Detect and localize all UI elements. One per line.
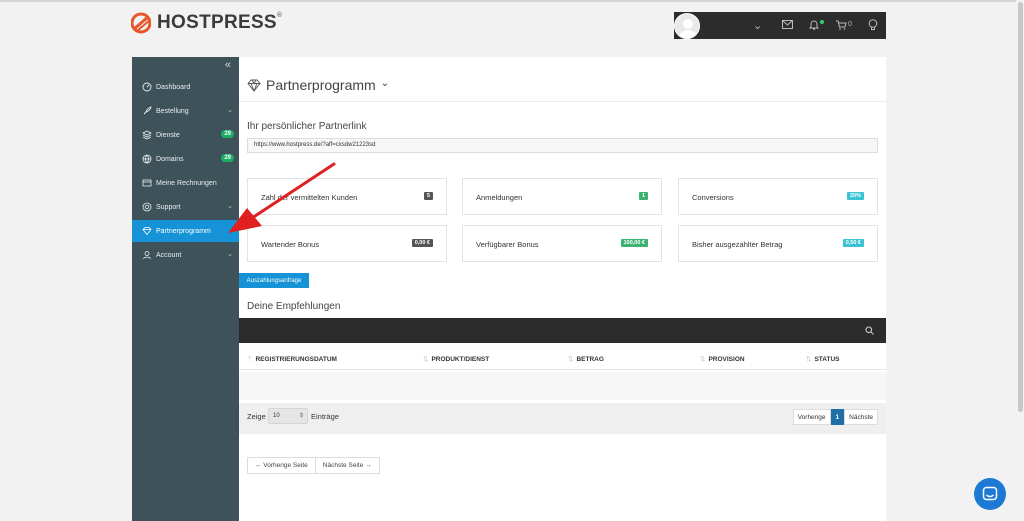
cart-icon[interactable] [836,20,847,30]
page-header[interactable]: Partnerprogramm ⌄ [247,77,389,93]
sidebar: « Dashboard Bestellung ⌄ Dienste 29 Doma… [132,57,239,521]
stat-value-badge: 0,00 € [411,239,433,247]
stat-card-verfuegbarer-bonus: Verfügbarer Bonus 100,00 € [462,225,662,262]
stat-card-conversions: Conversions 20% [678,178,878,215]
chevron-down-icon: ⌄ [227,251,233,258]
column-header-provision[interactable]: ⇅ PROVISION [700,355,745,363]
collapse-sidebar-button[interactable]: « [225,59,231,71]
sidebar-item-partnerprogramm[interactable]: Partnerprogramm [132,220,239,242]
pager-page-1[interactable]: 1 [830,409,845,425]
sidebar-item-dashboard[interactable]: Dashboard [132,76,239,98]
entries-label: Einträge [311,412,339,421]
stat-label: Zahl der vermittelten Kunden [261,193,358,202]
diamond-icon [142,227,152,236]
stat-value-badge: 1 [638,192,648,200]
user-icon [143,251,151,260]
window-top-edge [0,0,1024,2]
table-toolbar [239,318,886,343]
rocket-icon [143,106,152,115]
lifebuoy-icon [142,202,152,212]
sidebar-item-domains[interactable]: Domains 29 [132,148,239,170]
page-navigation: ← Vorherige Seite Nächste Seite → [247,457,380,474]
count-badge: 29 [221,154,234,162]
chat-widget-button[interactable] [974,478,1006,510]
sidebar-item-support[interactable]: Support ⌄ [132,196,239,218]
main-content: Partnerprogramm ⌄ Ihr persönlicher Partn… [239,57,886,521]
stat-label: Verfügbarer Bonus [476,240,539,249]
stat-card-wartender-bonus: Wartender Bonus 0,00 € [247,225,447,262]
select-arrow-icon: ⇕ [298,413,304,419]
search-icon[interactable] [865,326,874,335]
column-header-betrag[interactable]: ⇅ BETRAG [568,355,604,363]
user-toolbar: ⌄ 0 [674,12,886,39]
sidebar-item-label: Domains [156,155,184,163]
stat-card-anmeldungen: Anmeldungen 1 [462,178,662,215]
page-title: Partnerprogramm [266,77,376,93]
header-divider [239,101,886,102]
payout-request-button[interactable]: Auszahlungsanfrage [239,273,309,288]
table-empty-row [239,372,886,400]
dashboard-icon [142,82,152,92]
diamond-icon [247,79,261,92]
avatar[interactable] [674,12,700,39]
stat-card-vermittelte-kunden: Zahl der vermittelten Kunden 5 [247,178,447,215]
mail-icon[interactable] [782,20,793,29]
column-header-produkt-dienst[interactable]: ⇅ PRODUKT/DIENST [423,355,489,363]
stat-label: Anmeldungen [476,193,523,202]
invoice-icon [142,179,152,187]
stat-value-badge: 20% [846,192,864,200]
column-header-status[interactable]: ⇅ STATUS [806,355,840,363]
sidebar-item-label: Bestellung [156,107,189,115]
sidebar-item-label: Dashboard [156,83,191,91]
sidebar-item-label: Partnerprogramm [156,227,211,235]
show-label: Zeige [247,412,266,421]
notification-dot [820,20,824,24]
bell-icon[interactable] [809,19,819,30]
lightbulb-icon[interactable] [868,19,878,31]
sidebar-item-label: Dienste [156,131,180,139]
sidebar-item-account[interactable]: Account ⌄ [132,244,239,266]
sidebar-item-label: Support [156,203,181,211]
stat-value-badge: 100,00 € [620,239,648,247]
chevron-down-icon[interactable]: ⌄ [753,19,762,32]
referrals-heading: Deine Empfehlungen [247,301,341,312]
table-header: ⇡ REGISTRIERUNGSDATUM ⇅ PRODUKT/DIENST ⇅ BE… [239,348,886,370]
chevron-down-icon: ⌄ [227,203,233,210]
stat-value-badge: 5 [423,192,433,200]
sidebar-item-label: Account [156,251,182,259]
sidebar-item-meine-rechnungen[interactable]: Meine Rechnungen [132,172,239,194]
previous-page-button[interactable]: ← Vorherige Seite [247,457,316,474]
next-page-button[interactable]: Nächste Seite → [315,457,380,474]
partnerlink-heading: Ihr persönlicher Partnerlink [247,121,367,132]
scrollbar-thumb[interactable] [1018,2,1023,412]
sidebar-item-bestellung[interactable]: Bestellung ⌄ [132,100,239,122]
stat-value-badge: 0,50 € [842,239,864,247]
table-pagination: Vorherige 1 Nächste [792,409,878,425]
partnerlink-field[interactable]: https://www.hostpress.de/?aff=cxsdw21223… [247,138,878,153]
brand-name: HOSTPRESS® [157,12,283,33]
globe-icon [142,154,152,164]
stat-label: Bisher ausgezahlter Betrag [692,240,783,249]
hostpress-logo-icon [131,12,151,34]
scrollbar[interactable] [1016,0,1024,521]
brand-logo[interactable]: HOSTPRESS® [131,12,282,34]
cart-count: 0 [848,21,852,28]
stat-card-ausgezahlter-betrag: Bisher ausgezahlter Betrag 0,50 € [678,225,878,262]
page-size-select[interactable]: 10 ⇕ [268,408,308,424]
sidebar-item-dienste[interactable]: Dienste 29 [132,124,239,146]
chevron-down-icon: ⌄ [380,77,390,89]
chevron-down-icon: ⌄ [227,107,233,114]
stat-label: Wartender Bonus [261,240,320,249]
pager-next-button[interactable]: Nächste [844,409,878,425]
count-badge: 29 [221,130,234,138]
layers-icon [142,130,152,140]
sidebar-item-label: Meine Rechnungen [156,179,217,187]
page-size-value: 10 [273,413,280,419]
column-header-registrierungsdatum[interactable]: ⇡ REGISTRIERUNGSDATUM [247,355,337,363]
pager-previous-button[interactable]: Vorherige [792,409,831,425]
table-footer: Zeige 10 ⇕ Einträge Vorherige 1 Nächste [239,403,886,434]
chat-icon [982,486,998,501]
stat-label: Conversions [692,193,734,202]
